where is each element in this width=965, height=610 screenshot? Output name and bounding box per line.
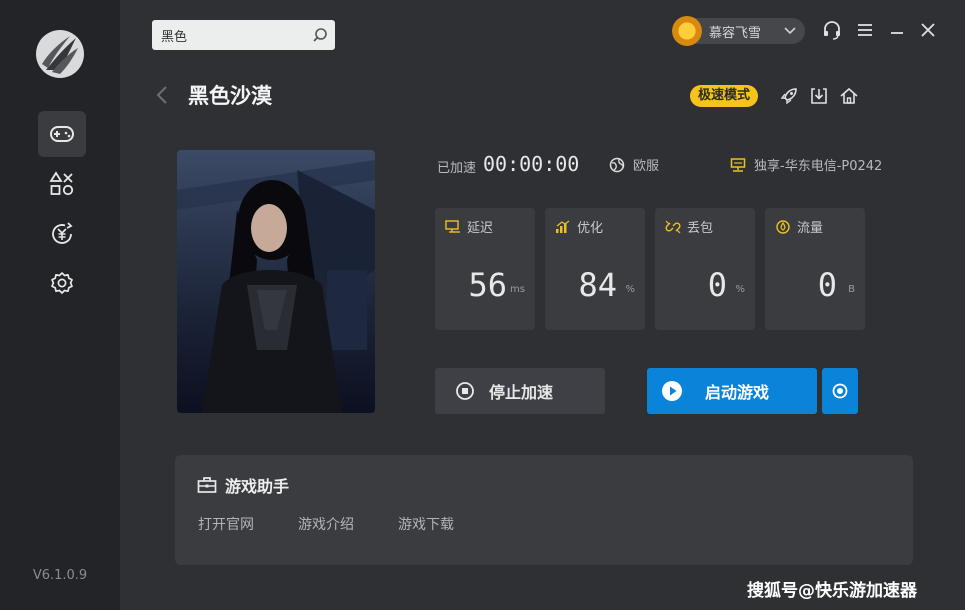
node-label: 独享-华东电信-P0242 [754,159,883,174]
rocket-icon[interactable] [779,86,799,106]
nav-games[interactable] [38,111,86,157]
user-name: 慕容飞雪 [709,25,762,41]
node-selector[interactable]: 独享-华东电信-P0242 [730,155,882,174]
globe-icon [609,157,625,172]
stat-value: 0 [817,266,837,304]
link-game-download[interactable]: 游戏下载 [398,514,454,534]
stat-card-packet-loss: 丢包 0 % [655,208,755,330]
stat-value: 84 [578,266,617,304]
sidebar: V6.1.0.9 [0,0,120,610]
start-game-button[interactable]: 启动游戏 [647,368,817,414]
minimize-icon[interactable] [888,20,906,40]
user-menu[interactable]: 慕容飞雪 [672,16,805,46]
stat-value: 56 [468,266,507,304]
gamepad-icon [50,126,74,142]
watermark: 搜狐号@快乐游加速器 [747,581,917,601]
game-helper-panel: 游戏助手 打开官网 游戏介绍 游戏下载 [175,455,913,565]
server-icon [730,157,746,172]
stat-value: 0 [707,266,727,304]
stat-label: 丢包 [687,221,714,236]
latency-icon [445,219,460,233]
nav-settings[interactable] [38,261,86,307]
traffic-icon [776,219,790,234]
packet-loss-icon [665,220,681,233]
game-cover-image [177,150,375,413]
stat-label: 延迟 [467,221,494,236]
close-icon[interactable] [919,20,937,40]
link-game-intro[interactable]: 游戏介绍 [298,514,354,534]
mode-badge[interactable]: 极速模式 [690,85,759,107]
region-label: 欧服 [633,159,660,174]
stat-unit: B [848,284,855,295]
back-arrow-icon[interactable] [155,84,169,106]
start-button-label: 启动游戏 [705,383,770,402]
stat-card-traffic: 流量 0 B [765,208,865,330]
page-title: 黑色沙漠 [188,84,272,108]
play-icon [662,381,682,401]
elapsed-time: 00:00:00 [483,152,580,176]
nav-recharge[interactable] [38,211,86,257]
version-label: V6.1.0.9 [32,568,88,583]
stat-label: 优化 [577,221,604,236]
download-icon[interactable] [809,86,829,106]
toolbox-icon [197,477,217,493]
stat-card-latency: 延迟 56 ms [435,208,535,330]
search-box[interactable] [152,20,335,50]
search-icon[interactable] [311,26,329,44]
stat-card-optimization: 优化 84 % [545,208,645,330]
helper-title: 游戏助手 [225,477,290,496]
app-logo [36,30,84,78]
search-input[interactable] [161,27,301,43]
stop-button-label: 停止加速 [489,383,554,402]
stat-unit: ms [510,284,525,295]
chevron-down-icon [784,27,796,35]
stop-acceleration-button[interactable]: 停止加速 [435,368,605,414]
launch-options-button[interactable] [822,368,858,414]
stat-unit: % [625,284,635,295]
signal-icon [556,220,570,233]
region-selector[interactable]: 欧服 [609,155,659,174]
accelerated-label: 已加速 [437,161,477,176]
shapes-icon [49,171,74,196]
headset-icon[interactable] [822,20,842,40]
yuan-refresh-icon [52,222,73,244]
stat-label: 流量 [797,221,824,236]
stop-icon [456,382,474,400]
menu-icon[interactable] [856,20,874,40]
stat-unit: % [735,284,745,295]
home-icon[interactable] [839,86,859,106]
avatar [672,16,702,46]
target-icon [832,383,848,399]
link-official-site[interactable]: 打开官网 [198,514,254,534]
nav-apps[interactable] [38,161,86,207]
gear-icon [51,272,73,294]
